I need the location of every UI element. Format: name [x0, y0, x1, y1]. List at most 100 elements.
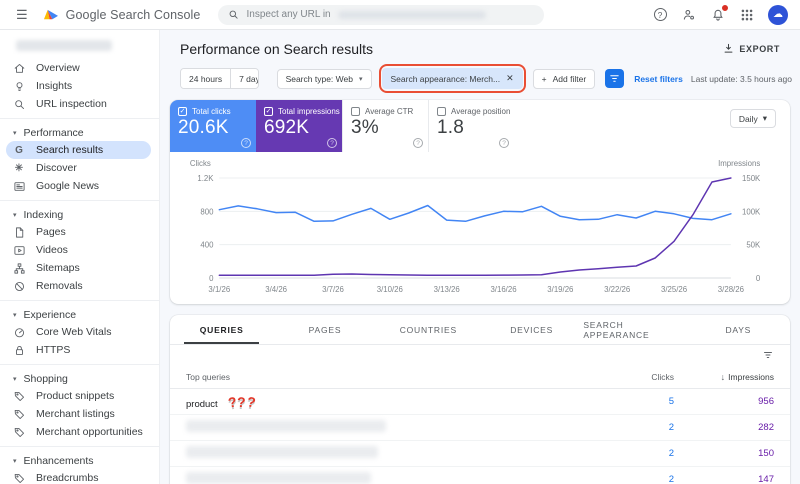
url-inspect-search-input[interactable]: Inspect any URL in [218, 5, 544, 25]
insights-icon [12, 79, 26, 93]
search-type-chip[interactable]: Search type: Web ▾ [277, 69, 372, 89]
reset-filters-link[interactable]: Reset filters [634, 74, 683, 84]
granularity-dropdown[interactable]: Daily ▾ [730, 109, 776, 128]
sidebar-item-merchant-listings[interactable]: Merchant listings [0, 405, 159, 423]
google-g-icon: G [12, 143, 26, 157]
sidebar-section-label: Experience [24, 309, 77, 321]
tab-days[interactable]: DAYS [687, 315, 790, 344]
sidebar-section-performance[interactable]: ▾Performance [0, 124, 159, 141]
sidebar-divider [0, 200, 159, 201]
date-range-7-days[interactable]: 7 days [231, 69, 259, 88]
sidebar-item-label: Merchant listings [36, 408, 115, 420]
apps-grid-icon [740, 8, 754, 22]
checkbox-icon[interactable]: ✓ [264, 107, 273, 116]
notifications-button[interactable] [710, 7, 726, 23]
sidebar-item-google-news[interactable]: Google News [0, 177, 159, 195]
sidebar-item-pages[interactable]: Pages [0, 223, 159, 241]
sidebar-item-search-results[interactable]: GSearch results [6, 141, 151, 159]
sidebar-divider [0, 300, 159, 301]
metric-card-top: ✓Average CTR [351, 107, 420, 116]
help-icon[interactable]: ? [413, 138, 423, 148]
apps-button[interactable] [739, 7, 755, 23]
home-icon [12, 61, 26, 75]
performance-chart[interactable]: 1.2K150K800100K40050K00ClicksImpressions… [186, 158, 774, 300]
account-settings-button[interactable] [681, 7, 697, 23]
column-top-queries[interactable]: Top queries [186, 372, 594, 382]
property-selector-redacted[interactable] [16, 40, 112, 51]
sidebar-section-indexing[interactable]: ▾Indexing [0, 206, 159, 223]
sidebar-section-shopping[interactable]: ▾Shopping [0, 370, 159, 387]
table-row[interactable]: 2150 [170, 441, 790, 467]
date-range-24-hours[interactable]: 24 hours [181, 69, 231, 88]
listing-icon [12, 407, 26, 421]
table-row[interactable]: 2282 [170, 415, 790, 441]
sidebar-section-experience[interactable]: ▾ Experience [0, 306, 159, 323]
line-chart: 1.2K150K800100K40050K00ClicksImpressions… [186, 158, 774, 300]
svg-text:Clicks: Clicks [190, 159, 211, 168]
sidebar-item-overview[interactable]: Overview [0, 59, 159, 77]
sidebar-item-url-inspection[interactable]: URL inspection [0, 95, 159, 113]
sidebar-section-enhancements[interactable]: ▾Enhancements [0, 452, 159, 469]
funnel-icon [609, 73, 620, 84]
chevron-down-icon: ▾ [13, 375, 17, 383]
tab-countries[interactable]: COUNTRIES [377, 315, 480, 344]
tag-icon [12, 425, 26, 439]
sidebar-item-product-snippets[interactable]: Product snippets [0, 387, 159, 405]
svg-text:3/10/26: 3/10/26 [377, 285, 404, 294]
sidebar-section-label: Performance [24, 127, 84, 139]
table-body: product???5956228221502147 [170, 389, 790, 484]
table-row[interactable]: 2147 [170, 467, 790, 484]
metric-card-total-impressions[interactable]: ✓Total impressions692K? [256, 100, 342, 152]
metric-label: Total impressions [278, 107, 340, 116]
export-button[interactable]: EXPORT [717, 40, 786, 57]
metric-value: 1.8 [437, 117, 506, 139]
table-row[interactable]: product???5956 [170, 389, 790, 415]
sidebar-item-insights[interactable]: Insights [0, 77, 159, 95]
svg-text:800: 800 [200, 207, 214, 216]
help-icon[interactable]: ? [327, 138, 337, 148]
tab-pages[interactable]: PAGES [273, 315, 376, 344]
discover-icon: ✳ [12, 161, 26, 175]
add-filter-button[interactable]: + Add filter [533, 69, 596, 89]
avatar[interactable]: ☁ [768, 5, 788, 25]
tab-devices[interactable]: DEVICES [480, 315, 583, 344]
svg-text:3/16/26: 3/16/26 [490, 285, 517, 294]
svg-text:3/25/26: 3/25/26 [661, 285, 688, 294]
sidebar-item-sitemaps[interactable]: Sitemaps [0, 259, 159, 277]
sidebar: OverviewInsightsURL inspection▾Performan… [0, 30, 160, 484]
metric-card-average-position[interactable]: ✓Average position1.8? [428, 100, 514, 152]
top-app-bar: ☰ Google Search Console Inspect any URL … [0, 0, 800, 30]
tab-search-appearance[interactable]: SEARCH APPEARANCE [583, 315, 686, 344]
checkbox-icon[interactable]: ✓ [178, 107, 187, 116]
table-filter-icon[interactable] [762, 349, 774, 361]
help-button[interactable]: ? [652, 7, 668, 23]
sidebar-item-discover[interactable]: ✳Discover [0, 159, 159, 177]
metric-card-total-clicks[interactable]: ✓Total clicks20.6K? [170, 100, 256, 152]
sitemaps-icon [12, 261, 26, 275]
search-property-redacted [338, 11, 486, 19]
column-clicks[interactable]: Clicks [594, 372, 674, 382]
checkbox-icon[interactable]: ✓ [351, 107, 360, 116]
remove-filter-icon[interactable]: ✕ [506, 73, 514, 84]
compare-filter-button[interactable] [605, 69, 624, 88]
sidebar-item-core-web-vitals[interactable]: Core Web Vitals [0, 323, 159, 341]
metric-card-average-ctr[interactable]: ✓Average CTR3%? [342, 100, 428, 152]
tab-queries[interactable]: QUERIES [170, 315, 273, 344]
lock-icon [12, 343, 26, 357]
search-appearance-chip[interactable]: Search appearance: Merch... ✕ [382, 68, 523, 89]
checkbox-icon[interactable]: ✓ [437, 107, 446, 116]
help-icon[interactable]: ? [241, 138, 251, 148]
app-title: Google Search Console [66, 8, 201, 22]
chevron-down-icon: ▾ [13, 311, 17, 319]
menu-icon[interactable]: ☰ [12, 7, 32, 23]
sidebar-item-removals[interactable]: Removals [0, 277, 159, 295]
svg-text:3/7/26: 3/7/26 [322, 285, 344, 294]
help-icon[interactable]: ? [499, 138, 509, 148]
sidebar-item-https[interactable]: HTTPS [0, 341, 159, 359]
sidebar-item-breadcrumbs[interactable]: Breadcrumbs [0, 469, 159, 484]
sidebar-item-videos[interactable]: Videos [0, 241, 159, 259]
column-impressions[interactable]: ↓Impressions [674, 372, 774, 382]
sidebar-item-label: Pages [36, 226, 66, 238]
svg-text:3/13/26: 3/13/26 [434, 285, 461, 294]
sidebar-item-merchant-opportunities[interactable]: Merchant opportunities [0, 423, 159, 441]
